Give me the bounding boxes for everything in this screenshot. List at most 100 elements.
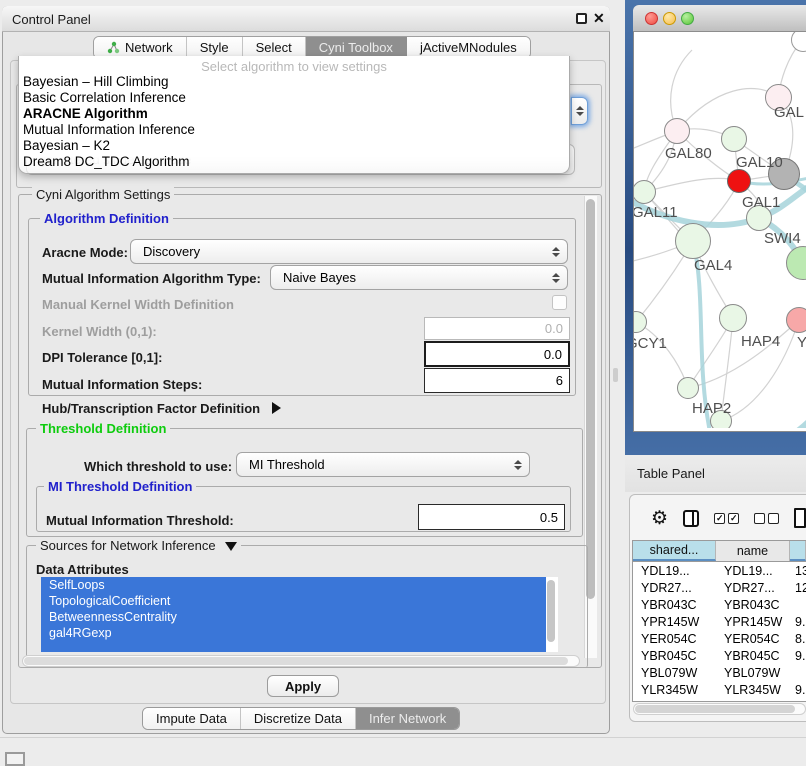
list-item[interactable]: SelfLoops: [41, 577, 546, 593]
table-row[interactable]: YDR27... YDR27... 12: [633, 579, 806, 596]
tab-discretize-data[interactable]: Discretize Data: [241, 708, 356, 729]
mi-threshold-label: Mutual Information Threshold:: [46, 513, 234, 528]
manual-kernel-label: Manual Kernel Width Definition: [42, 297, 234, 312]
spinner-arrows-icon: [575, 106, 585, 116]
docked-panel-icon[interactable]: [5, 752, 25, 766]
dropdown-prompt: Select algorithm to view settings: [19, 56, 569, 74]
data-attributes-list: SelfLoopsTopologicalCoefficientBetweenne…: [41, 577, 558, 652]
deselect-all-icon[interactable]: [754, 513, 779, 524]
network-node-gal1[interactable]: [727, 169, 751, 193]
status-bar-divider: [0, 737, 806, 738]
table-row[interactable]: YLR345W YLR345W 9.: [633, 681, 806, 698]
bottom-tabbar: Impute Data Discretize Data Infer Networ…: [142, 707, 460, 730]
table-header-row: shared... name: [633, 541, 806, 562]
dropdown-item[interactable]: ARACNE Algorithm: [19, 106, 569, 122]
list-item[interactable]: gal4RGexp: [41, 625, 546, 641]
list-item[interactable]: BetweennessCentrality: [41, 609, 546, 625]
table-row[interactable]: YBL079W YBL079W: [633, 664, 806, 681]
network-canvas[interactable]: GAL GAL80 GAL10 GAL1 GAL11 SWI4 GAL4 GCY…: [634, 32, 806, 428]
mi-type-combobox[interactable]: Naive Bayes: [270, 265, 568, 290]
mi-steps-field[interactable]: 6: [424, 368, 570, 393]
data-attributes-label: Data Attributes: [36, 562, 129, 577]
expanded-arrow-icon[interactable]: [225, 542, 237, 551]
kernel-width-field[interactable]: 0.0: [424, 317, 570, 340]
float-panel-icon[interactable]: [576, 13, 587, 24]
node-label: GAL11: [634, 204, 678, 221]
settings-vscrollbar-thumb[interactable]: [586, 199, 595, 599]
close-icon[interactable]: ✕: [593, 10, 605, 27]
window-zoom-icon[interactable]: [681, 12, 694, 25]
manual-kernel-checkbox[interactable]: [552, 295, 567, 310]
dropdown-item[interactable]: Basic Correlation Inference: [19, 90, 569, 106]
collapsed-arrow-icon[interactable]: [272, 402, 281, 414]
window-minimize-icon[interactable]: [663, 12, 676, 25]
tab-network[interactable]: Network: [94, 37, 187, 58]
node-label: SWI4: [764, 230, 801, 247]
tab-impute-data[interactable]: Impute Data: [143, 708, 241, 729]
network-node-gal80[interactable]: [664, 118, 690, 144]
dropdown-item[interactable]: Mutual Information Inference: [19, 122, 569, 138]
network-window-titlebar[interactable]: [633, 5, 806, 32]
network-node-hap4[interactable]: [719, 304, 747, 332]
settings-hscrollbar[interactable]: [22, 655, 580, 667]
dropdown-item[interactable]: Dream8 DC_TDC Algorithm: [19, 154, 569, 170]
table-toolbar: ⚙ ✓✓: [629, 500, 806, 536]
dpi-tolerance-field[interactable]: 0.0: [424, 341, 570, 367]
table-row[interactable]: YPR145W YPR145W 9.: [633, 613, 806, 630]
network-icon: [107, 41, 120, 54]
tab-cyni-toolbox[interactable]: Cyni Toolbox: [306, 37, 407, 58]
table-row[interactable]: YIL052C YIL052C 9: [633, 698, 806, 702]
hub-definition-expander[interactable]: Hub/Transcription Factor Definition: [42, 401, 281, 416]
gear-icon[interactable]: ⚙: [651, 509, 668, 528]
tab-style[interactable]: Style: [187, 37, 243, 58]
node-label: GAL4: [694, 257, 732, 274]
table-row[interactable]: YBR043C YBR043C: [633, 596, 806, 613]
mi-type-label: Mutual Information Algorithm Type:: [42, 271, 261, 286]
split-columns-icon[interactable]: [683, 510, 699, 527]
aracne-mode-combobox[interactable]: Discovery: [130, 239, 568, 264]
spinner-arrows-icon: [551, 273, 561, 283]
algorithm-definition-title: Algorithm Definition: [40, 211, 173, 226]
column-header-name[interactable]: name: [716, 541, 790, 561]
tab-jactivemnodules[interactable]: jActiveMNodules: [407, 37, 530, 58]
node-label: GAL10: [736, 154, 783, 171]
mi-threshold-field[interactable]: 0.5: [418, 504, 565, 530]
dropdown-item[interactable]: Bayesian – Hill Climbing: [19, 74, 569, 90]
which-threshold-combobox[interactable]: MI Threshold: [236, 452, 530, 477]
cyni-settings-title: Cyni Algorithm Settings: [32, 187, 174, 202]
network-node-gal10[interactable]: [721, 126, 747, 152]
column-header-partial[interactable]: [790, 541, 806, 561]
splitpane-divider[interactable]: [613, 368, 618, 382]
table-row[interactable]: YDL19... YDL19... 13: [633, 562, 806, 579]
table-row[interactable]: YBR045C YBR045C 9.: [633, 647, 806, 664]
table-hscrollbar[interactable]: [633, 703, 806, 715]
table-panel-title: Table Panel: [637, 466, 705, 481]
network-node-gal4[interactable]: [675, 223, 711, 259]
tab-label: Network: [125, 40, 173, 55]
sources-title[interactable]: Sources for Network Inference: [36, 538, 241, 553]
kernel-width-label: Kernel Width (0,1):: [42, 324, 157, 339]
spinner-arrows-icon: [513, 460, 523, 470]
table-row[interactable]: YER054C YER054C 8.: [633, 630, 806, 647]
list-vscrollbar-thumb[interactable]: [547, 580, 555, 642]
control-panel-title: Control Panel: [12, 12, 91, 27]
tab-infer-network[interactable]: Infer Network: [356, 708, 459, 729]
network-node-hap2[interactable]: [677, 377, 699, 399]
tab-select[interactable]: Select: [243, 37, 306, 58]
select-all-icon[interactable]: ✓✓: [714, 513, 739, 524]
mi-threshold-title: MI Threshold Definition: [44, 479, 196, 494]
column-header-shared-name[interactable]: shared...: [633, 541, 716, 561]
window-close-icon[interactable]: [645, 12, 658, 25]
document-icon[interactable]: [794, 508, 806, 528]
list-item[interactable]: [41, 641, 546, 652]
spinner-arrows-icon: [551, 247, 561, 257]
apply-button[interactable]: Apply: [267, 675, 339, 697]
control-panel-titlebar: [2, 6, 610, 32]
dropdown-item[interactable]: Bayesian – K2: [19, 138, 569, 154]
threshold-definition-title: Threshold Definition: [36, 421, 170, 436]
aracne-mode-label: Aracne Mode:: [42, 245, 128, 260]
node-label: HAP4: [741, 333, 780, 350]
network-node-y[interactable]: [786, 307, 806, 333]
algorithm-combobox-arrow[interactable]: [571, 97, 588, 125]
list-item[interactable]: TopologicalCoefficient: [41, 593, 546, 609]
